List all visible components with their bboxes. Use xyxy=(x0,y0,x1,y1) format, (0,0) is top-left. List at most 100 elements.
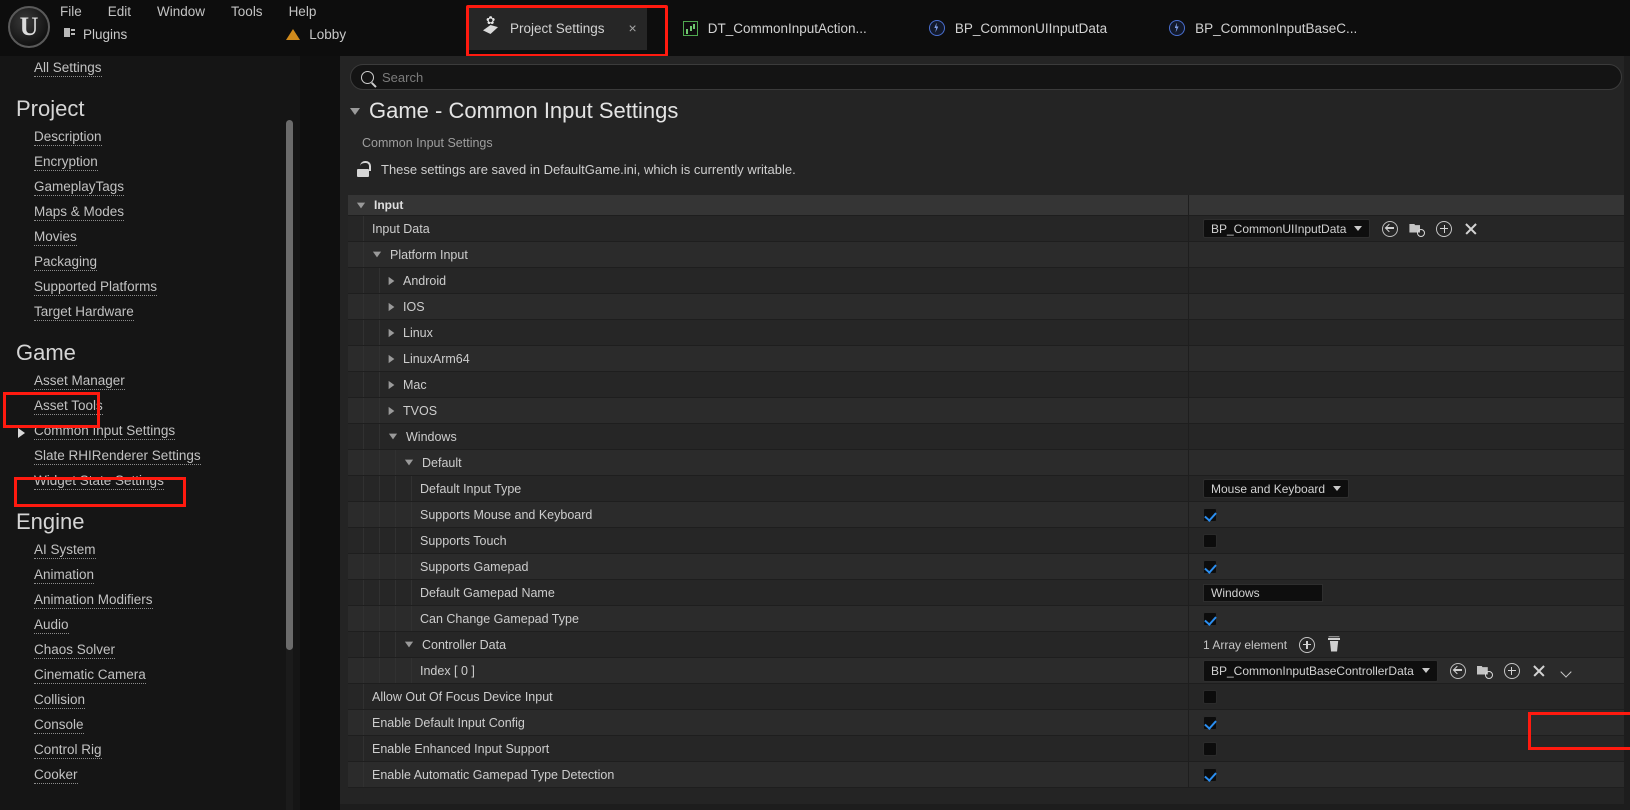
property-row[interactable]: Enable Automatic Gamepad Type Detection xyxy=(348,762,1630,788)
sidebar-item-maps-and-modes[interactable]: Maps & Modes xyxy=(0,200,300,225)
sidebar-item-gameplaytags[interactable]: GameplayTags xyxy=(0,175,300,200)
tab-bp-commonuiinputdata[interactable]: BP_CommonUIInputData xyxy=(915,6,1121,50)
expander-down-icon[interactable] xyxy=(372,251,382,258)
toolbar-plugins-button[interactable]: Plugins xyxy=(60,27,127,42)
property-row[interactable]: Default Input Type Mouse and Keyboard xyxy=(348,476,1630,502)
new-asset-icon[interactable] xyxy=(1436,220,1453,237)
expander-down-icon[interactable] xyxy=(388,433,398,440)
tab-bp-commoninputbasec[interactable]: BP_CommonInputBaseC... xyxy=(1155,6,1371,50)
asset-picker-dropdown[interactable]: BP_CommonInputBaseControllerData xyxy=(1203,659,1438,682)
sidebar-item-asset-manager[interactable]: Asset Manager xyxy=(0,369,300,394)
property-row[interactable]: Default Gamepad Name Windows xyxy=(348,580,1630,606)
menu-item-edit[interactable]: Edit xyxy=(108,4,131,19)
property-checkbox[interactable] xyxy=(1203,507,1217,522)
menu-item-window[interactable]: Window xyxy=(157,4,205,19)
property-row[interactable]: Supports Touch xyxy=(348,528,1630,554)
detail-scrollbar-horizontal[interactable] xyxy=(340,804,1630,810)
sidebar-item-description[interactable]: Description xyxy=(0,125,300,150)
property-row[interactable]: LinuxArm64 xyxy=(348,346,1630,372)
property-row[interactable]: Allow Out Of Focus Device Input xyxy=(348,684,1630,710)
property-checkbox[interactable] xyxy=(1203,741,1217,756)
property-row[interactable]: Mac xyxy=(348,372,1630,398)
expander-down-icon[interactable] xyxy=(404,641,414,648)
sidebar-item-all-settings[interactable]: All Settings xyxy=(0,56,300,81)
sidebar-item-slate-rhirenderer-settings[interactable]: Slate RHIRenderer Settings xyxy=(0,444,300,469)
expander-down-icon[interactable] xyxy=(404,459,414,466)
asset-picker-dropdown[interactable]: BP_CommonUIInputData xyxy=(1203,219,1371,238)
property-checkbox[interactable] xyxy=(1203,715,1217,730)
property-row[interactable]: Enable Enhanced Input Support xyxy=(348,736,1630,762)
clear-icon[interactable] xyxy=(1463,221,1479,237)
add-element-icon[interactable] xyxy=(1299,636,1316,653)
delete-all-icon[interactable] xyxy=(1326,637,1342,653)
search-bar[interactable]: Search xyxy=(350,64,1622,90)
property-row[interactable]: Platform Input xyxy=(348,242,1630,268)
sidebar-item-encryption[interactable]: Encryption xyxy=(0,150,300,175)
sidebar-item-console[interactable]: Console xyxy=(0,713,300,738)
collapse-section-icon[interactable] xyxy=(350,107,360,115)
sidebar-item-animation-modifiers[interactable]: Animation Modifiers xyxy=(0,588,300,613)
tab-dt-commoninputaction[interactable]: DT_CommonInputAction... xyxy=(669,6,881,50)
property-row[interactable]: Android xyxy=(348,268,1630,294)
sidebar-item-target-hardware[interactable]: Target Hardware xyxy=(0,300,300,325)
property-row[interactable]: TVOS xyxy=(348,398,1630,424)
menu-item-tools[interactable]: Tools xyxy=(231,4,263,19)
property-row[interactable]: Windows xyxy=(348,424,1630,450)
expander-right-icon[interactable] xyxy=(388,354,395,363)
sidebar-item-audio[interactable]: Audio xyxy=(0,613,300,638)
sidebar-item-animation[interactable]: Animation xyxy=(0,563,300,588)
use-selected-icon[interactable] xyxy=(1382,220,1399,237)
property-row[interactable]: Linux xyxy=(348,320,1630,346)
property-row[interactable]: Index [ 0 ] BP_CommonInputBaseControllerD… xyxy=(348,658,1630,684)
property-checkbox[interactable] xyxy=(1203,611,1217,626)
menu-item-file[interactable]: File xyxy=(60,4,82,19)
settings-sidebar[interactable]: All Settings Project Description Encrypt… xyxy=(0,56,300,810)
tab-close-icon[interactable]: × xyxy=(629,20,637,36)
property-row[interactable]: Controller Data 1 Array element xyxy=(348,632,1630,658)
sidebar-item-packaging[interactable]: Packaging xyxy=(0,250,300,275)
property-checkbox[interactable] xyxy=(1203,767,1217,782)
expander-right-icon[interactable] xyxy=(388,406,395,415)
expander-right-icon[interactable] xyxy=(18,428,25,438)
property-checkbox[interactable] xyxy=(1203,689,1217,704)
property-row[interactable]: Can Change Gamepad Type xyxy=(348,606,1630,632)
expander-right-icon[interactable] xyxy=(388,380,395,389)
expander-right-icon[interactable] xyxy=(388,328,395,337)
unreal-logo-icon[interactable]: U xyxy=(8,6,50,48)
toolbar-plugins-label: Plugins xyxy=(83,26,128,42)
sidebar-item-movies[interactable]: Movies xyxy=(0,225,300,250)
expander-right-icon[interactable] xyxy=(388,302,395,311)
property-row[interactable]: Supports Gamepad xyxy=(348,554,1630,580)
property-row[interactable]: Input Data BP_CommonUIInputData xyxy=(348,216,1630,242)
sidebar-item-cooker[interactable]: Cooker xyxy=(0,763,300,788)
new-asset-icon[interactable] xyxy=(1503,662,1520,679)
toolbar-lobby-button[interactable]: Lobby xyxy=(285,27,346,42)
search-input[interactable]: Search xyxy=(382,70,423,85)
sidebar-item-collision[interactable]: Collision xyxy=(0,688,300,713)
tab-project-settings[interactable]: Project Settings × xyxy=(468,6,647,50)
sidebar-item-control-rig[interactable]: Control Rig xyxy=(0,738,300,763)
property-category-row[interactable]: Input xyxy=(348,195,1630,216)
menu-item-help[interactable]: Help xyxy=(289,4,317,19)
property-row[interactable]: Default xyxy=(348,450,1630,476)
sidebar-item-supported-platforms[interactable]: Supported Platforms xyxy=(0,275,300,300)
expander-right-icon[interactable] xyxy=(388,276,395,285)
use-selected-icon[interactable] xyxy=(1449,662,1466,679)
property-checkbox[interactable] xyxy=(1203,533,1217,548)
clear-icon[interactable] xyxy=(1531,663,1547,679)
browse-icon[interactable] xyxy=(1409,221,1426,237)
property-row[interactable]: Supports Mouse and Keyboard xyxy=(348,502,1630,528)
property-row[interactable]: Enable Default Input Config xyxy=(348,710,1630,736)
property-checkbox[interactable] xyxy=(1203,559,1217,574)
expander-down-icon[interactable] xyxy=(356,202,366,208)
browse-icon[interactable] xyxy=(1477,663,1493,679)
sidebar-item-ai-system[interactable]: AI System xyxy=(0,538,300,563)
property-row[interactable]: IOS xyxy=(348,294,1630,320)
chevron-down-icon[interactable] xyxy=(1558,663,1574,679)
enum-dropdown[interactable]: Mouse and Keyboard xyxy=(1203,479,1350,498)
property-text-input[interactable]: Windows xyxy=(1203,583,1323,602)
detail-scrollbar-vertical[interactable] xyxy=(1624,56,1630,810)
sidebar-item-chaos-solver[interactable]: Chaos Solver xyxy=(0,638,300,663)
sidebar-item-cinematic-camera[interactable]: Cinematic Camera xyxy=(0,663,300,688)
unlock-icon[interactable] xyxy=(356,161,371,177)
